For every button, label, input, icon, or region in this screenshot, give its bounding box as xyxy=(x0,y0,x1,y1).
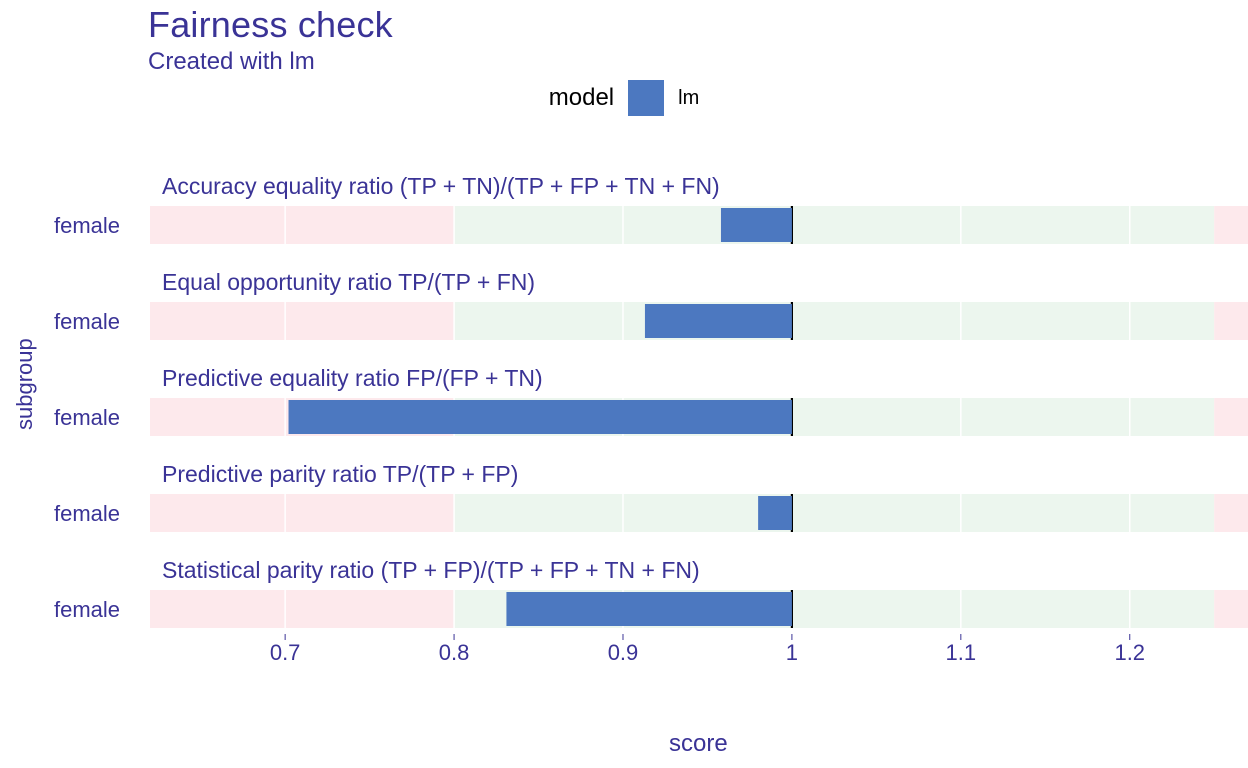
fair-region xyxy=(454,206,1214,244)
chart-svg: Accuracy equality ratio (TP + TN)/(TP + … xyxy=(150,148,1248,670)
unfair-region-right xyxy=(1214,398,1248,436)
x-tick-label: 1.1 xyxy=(946,640,977,665)
panel-title: Predictive equality ratio FP/(FP + TN) xyxy=(162,365,543,391)
y-tick-label: female xyxy=(54,309,120,335)
panel-title: Predictive parity ratio TP/(TP + FP) xyxy=(162,461,518,487)
unfair-region-left xyxy=(150,494,454,532)
x-tick-label: 0.8 xyxy=(439,640,470,665)
fair-region xyxy=(454,302,1214,340)
y-tick-label: female xyxy=(54,213,120,239)
y-tick-label: female xyxy=(54,501,120,527)
legend: model lm xyxy=(0,80,1248,116)
y-axis-label: subgroup xyxy=(12,338,38,430)
fair-region xyxy=(454,494,1214,532)
unfair-region-right xyxy=(1214,590,1248,628)
bar xyxy=(289,400,792,434)
page-subtitle: Created with lm xyxy=(148,48,315,76)
legend-title: model xyxy=(549,84,614,112)
x-tick-label: 0.7 xyxy=(270,640,301,665)
unfair-region-left xyxy=(150,302,454,340)
panel-title: Accuracy equality ratio (TP + TN)/(TP + … xyxy=(162,173,720,199)
x-tick-label: 0.9 xyxy=(608,640,639,665)
page-root: Fairness check Created with lm model lm … xyxy=(0,0,1248,768)
unfair-region-right xyxy=(1214,494,1248,532)
legend-swatch xyxy=(628,80,664,116)
unfair-region-right xyxy=(1214,206,1248,244)
x-tick-label: 1 xyxy=(786,640,798,665)
plot-area: Accuracy equality ratio (TP + TN)/(TP + … xyxy=(150,148,1248,668)
y-tick-label: female xyxy=(54,597,120,623)
unfair-region-left xyxy=(150,206,454,244)
bar xyxy=(645,304,792,338)
legend-label: lm xyxy=(678,87,699,110)
bar xyxy=(506,592,791,626)
x-axis-label: score xyxy=(669,730,728,758)
bar xyxy=(721,208,792,242)
bar xyxy=(758,496,792,530)
y-tick-label: female xyxy=(54,405,120,431)
x-tick-label: 1.2 xyxy=(1114,640,1145,665)
page-title: Fairness check xyxy=(148,4,393,46)
unfair-region-left xyxy=(150,590,454,628)
panel-title: Statistical parity ratio (TP + FP)/(TP +… xyxy=(162,557,700,583)
panel-title: Equal opportunity ratio TP/(TP + FN) xyxy=(162,269,535,295)
unfair-region-right xyxy=(1214,302,1248,340)
